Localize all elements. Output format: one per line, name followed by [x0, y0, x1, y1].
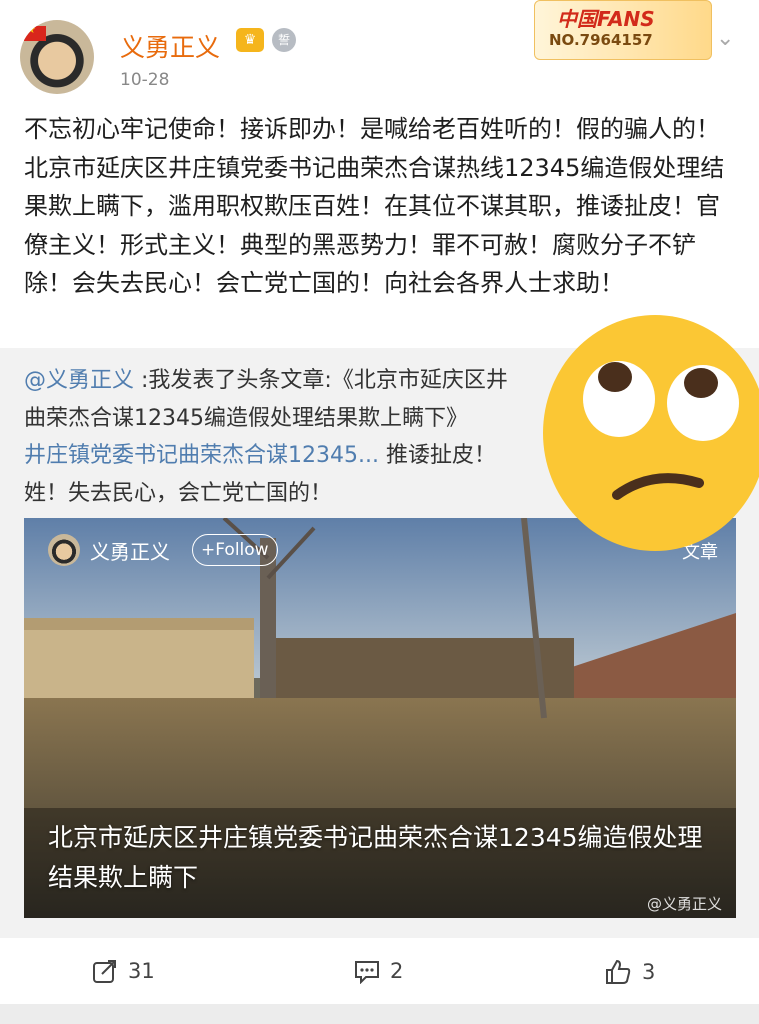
card-author-name[interactable]: 义勇正义 [90, 536, 170, 565]
weibo-watermark: @义勇正义 [646, 895, 722, 913]
article-card[interactable]: 义勇正义 +Follow 文章 北京市延庆区井庄镇党委书记曲荣杰合谋12345编… [24, 518, 736, 918]
level-badge-icon: 誓 [272, 28, 296, 52]
comment-button[interactable]: 2 [354, 958, 403, 984]
repost-count: 31 [128, 959, 155, 983]
like-button[interactable]: 3 [604, 958, 655, 986]
article-link[interactable]: 井庄镇党委书记曲荣杰合谋12345... [24, 443, 379, 468]
repost-text-c: 推诿扯皮！ [378, 443, 496, 468]
fans-badge[interactable]: 中国FANS NO.7964157 [534, 0, 712, 60]
post-body: 不忘初心牢记使命！接诉即办！是喊给老百姓听的！假的骗人的！北京市延庆区井庄镇党委… [24, 115, 725, 298]
repost-text-b: 曲荣杰合谋12345编造假处理结果欺上瞒下》 [24, 405, 468, 431]
repost-text-a: :我发表了头条文章:《北京市延庆区井 [134, 368, 508, 393]
avatar[interactable] [20, 20, 94, 94]
like-count: 3 [642, 960, 656, 984]
thumbs-up-icon [606, 959, 631, 984]
fans-badge-title: 中国FANS [557, 7, 655, 31]
comment-icon [355, 961, 379, 984]
comment-count: 2 [390, 959, 404, 983]
post-header: 义勇正义 ♛ 誓 10-28 中国FANS NO.7964157 ⌄ [0, 0, 759, 100]
repost-text-d: 姓！失去民心，会亡党亡国的！ [24, 480, 333, 506]
follow-button[interactable]: +Follow [192, 534, 278, 566]
article-title[interactable]: 北京市延庆区井庄镇党委书记曲荣杰合谋12345编造假处理结果欺上瞒下 [48, 818, 708, 898]
eye-roll-emoji-sticker [543, 315, 759, 551]
post-date: 10-28 [120, 70, 170, 90]
card-author-avatar[interactable] [48, 534, 80, 566]
repost-button[interactable]: 31 [92, 958, 155, 984]
vip-crown-icon: ♛ [236, 28, 264, 52]
flag-icon [24, 23, 46, 41]
bottom-divider [0, 1004, 759, 1024]
fans-badge-number: NO.7964157 [549, 31, 653, 49]
mention-link[interactable]: @义勇正义 [24, 368, 134, 393]
chevron-down-icon[interactable]: ⌄ [716, 26, 734, 51]
action-bar: 31 2 3 [0, 940, 759, 1010]
username[interactable]: 义勇正义 [120, 28, 220, 64]
repost-icon [93, 960, 116, 983]
